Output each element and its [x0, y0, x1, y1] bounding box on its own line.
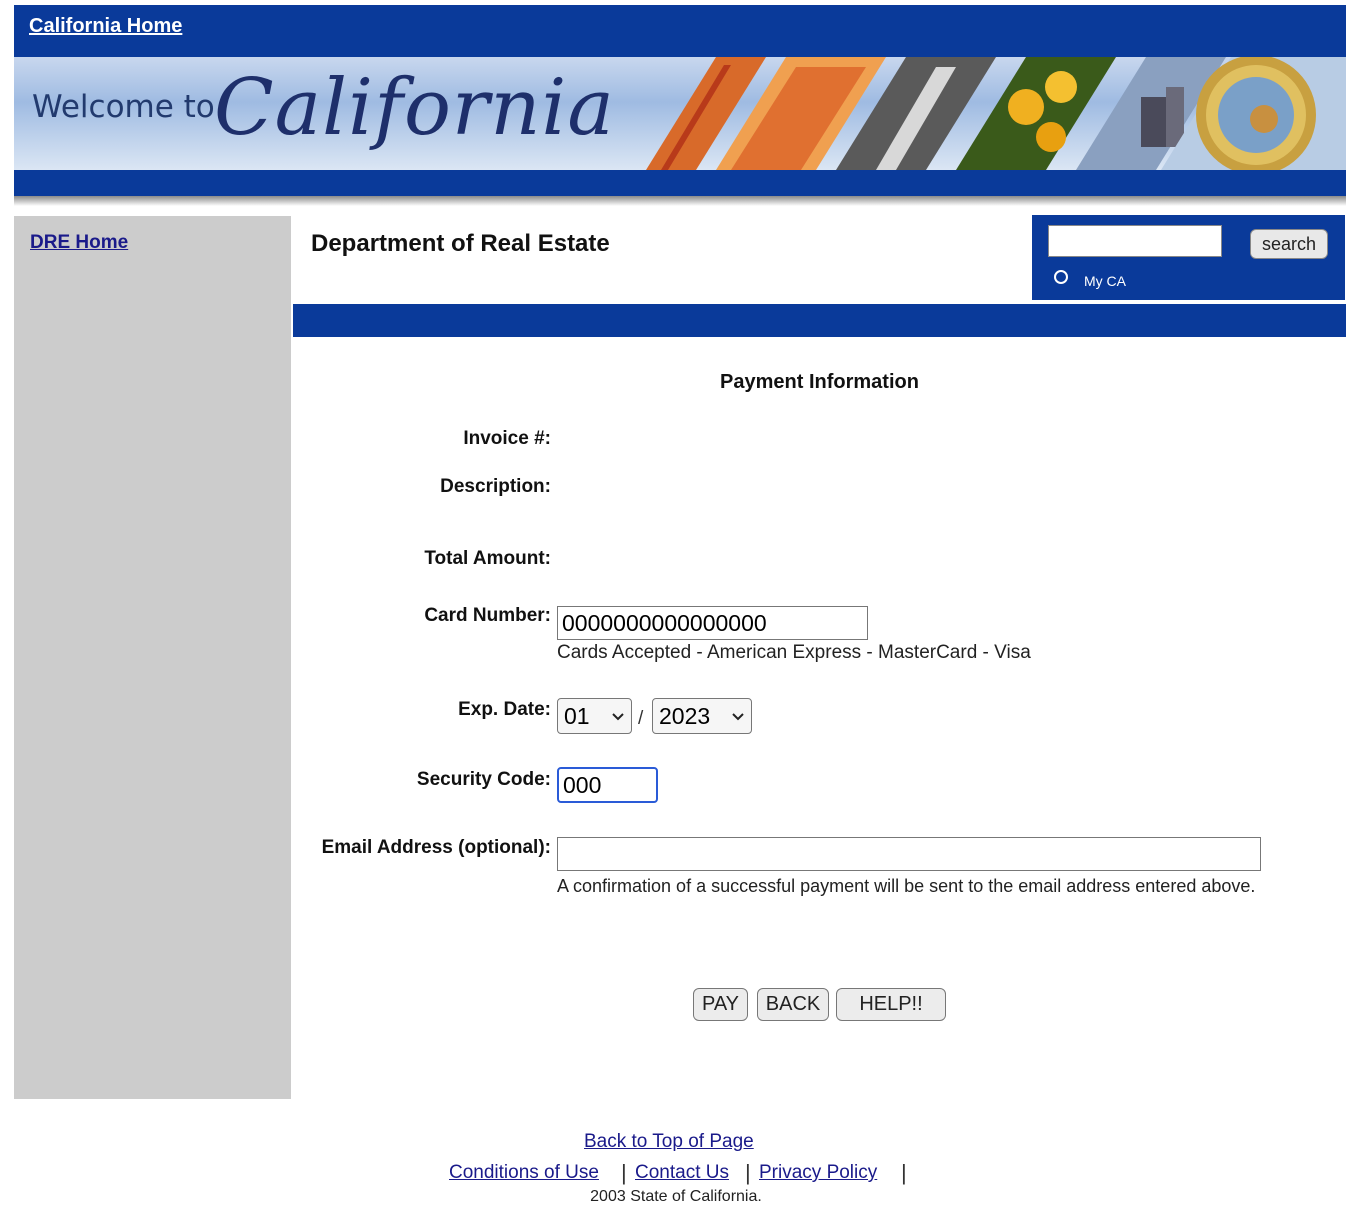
content-header-bar: [293, 304, 1346, 337]
welcome-banner: Welcome to California: [14, 57, 1346, 170]
privacy-policy-link[interactable]: Privacy Policy: [759, 1162, 877, 1184]
footer-separator: |: [901, 1160, 907, 1185]
description-label: Description:: [440, 476, 551, 497]
banner-photo-strip: [606, 57, 1346, 170]
page-title: Department of Real Estate: [311, 230, 610, 257]
top-bar: California Home: [14, 5, 1346, 57]
copyright-text: 2003 State of California.: [590, 1188, 762, 1205]
back-button[interactable]: BACK: [757, 988, 829, 1021]
footer-separator: |: [745, 1160, 751, 1185]
email-label: Email Address (optional):: [321, 837, 551, 858]
security-code-label: Security Code:: [416, 769, 551, 790]
email-note: A confirmation of a successful payment w…: [557, 876, 1256, 896]
contact-us-link[interactable]: Contact Us: [635, 1162, 729, 1184]
security-code-input[interactable]: [557, 767, 658, 803]
footer-separator: |: [621, 1160, 627, 1185]
exp-date-separator: /: [638, 708, 644, 729]
conditions-of-use-link[interactable]: Conditions of Use: [449, 1162, 599, 1184]
chevron-down-icon: [612, 713, 624, 721]
california-home-link[interactable]: California Home: [29, 15, 182, 38]
banner-state-name: California: [214, 63, 615, 153]
left-sidebar: DRE Home: [14, 216, 291, 1099]
back-to-top-link[interactable]: Back to Top of Page: [584, 1131, 754, 1153]
cards-accepted-text: Cards Accepted - American Express - Mast…: [557, 642, 1031, 663]
header-shadow: [14, 196, 1346, 206]
exp-month-value: 01: [564, 702, 590, 729]
card-number-label: Card Number:: [424, 605, 551, 626]
chevron-down-icon: [732, 713, 744, 721]
pay-button[interactable]: PAY: [693, 988, 748, 1021]
help-button[interactable]: HELP!!: [836, 988, 946, 1021]
header-stripe: [14, 170, 1346, 196]
card-number-input[interactable]: [557, 606, 868, 640]
exp-month-select[interactable]: 01: [557, 698, 632, 734]
total-amount-label: Total Amount:: [424, 548, 551, 569]
form-title: Payment Information: [720, 371, 919, 393]
banner-welcome-text: Welcome to: [32, 89, 215, 125]
exp-date-label: Exp. Date:: [458, 699, 551, 720]
invoice-label: Invoice #:: [463, 428, 551, 449]
dre-home-link[interactable]: DRE Home: [30, 232, 128, 254]
my-ca-radio[interactable]: [1054, 270, 1068, 284]
email-input[interactable]: [557, 837, 1261, 871]
exp-year-select[interactable]: 2023: [652, 698, 752, 734]
search-panel: search My CA: [1032, 215, 1345, 300]
search-input[interactable]: [1048, 225, 1222, 257]
my-ca-radio-label: My CA: [1084, 273, 1126, 289]
search-button[interactable]: search: [1250, 229, 1328, 259]
banner-photos-image: [646, 57, 1346, 170]
exp-year-value: 2023: [659, 702, 711, 729]
